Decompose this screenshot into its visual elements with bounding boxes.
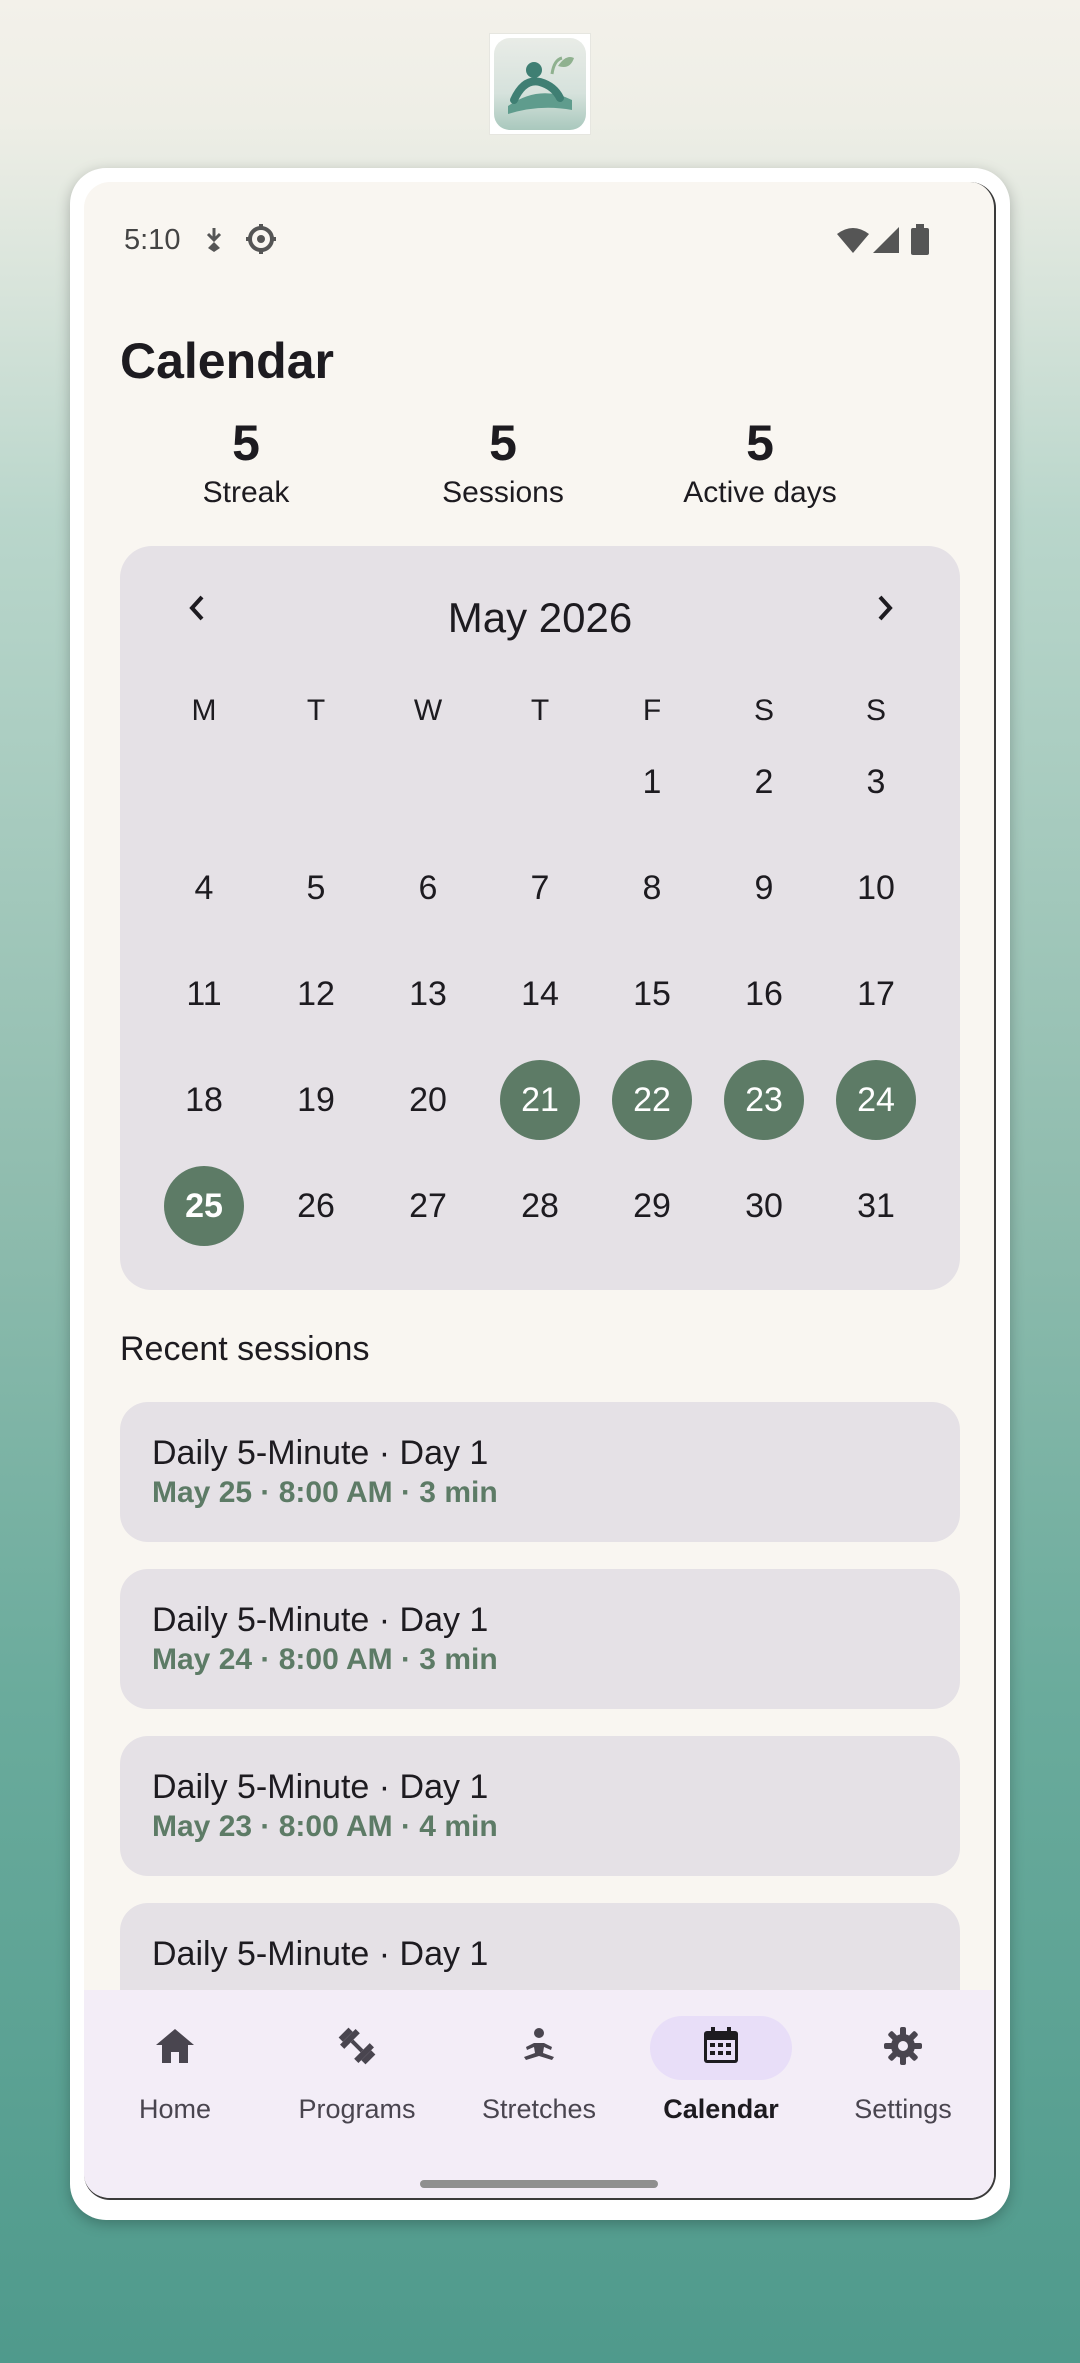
calendar-day[interactable]: 17 (836, 954, 916, 1034)
calendar-day[interactable]: 12 (276, 954, 356, 1034)
dumbbell-icon (334, 2023, 380, 2074)
calendar-day[interactable]: 9 (724, 848, 804, 928)
calendar-day[interactable]: 26 (276, 1166, 356, 1246)
stat-sessions: 5 Sessions (418, 418, 588, 510)
calendar-day[interactable]: 19 (276, 1060, 356, 1140)
calendar-day[interactable]: 8 (612, 848, 692, 928)
session-detail: May 23 · 8:00 AM · 4 min (152, 1810, 498, 1843)
chevron-right-icon (869, 593, 899, 628)
data-saver-icon (202, 226, 226, 259)
app-logo (490, 34, 590, 134)
session-card[interactable]: Daily 5-Minute · Day 1 May 25 · 8:00 AM … (120, 1402, 960, 1542)
session-card[interactable]: Daily 5-Minute · Day 1 May 23 · 8:00 AM … (120, 1736, 960, 1876)
calendar-day[interactable]: 4 (164, 848, 244, 928)
home-icon (152, 2023, 198, 2074)
weekday-label: F (642, 694, 662, 727)
calendar-day[interactable]: 7 (500, 848, 580, 928)
nav-label: Settings (854, 2094, 952, 2124)
calendar-day[interactable]: 2 (724, 742, 804, 822)
stat-value: 5 (232, 415, 260, 471)
calendar-day[interactable]: 27 (388, 1166, 468, 1246)
nav-label: Calendar (663, 2094, 779, 2124)
calendar-icon (698, 2023, 744, 2074)
calendar-day[interactable]: 22 (612, 1060, 692, 1140)
signal-icon (872, 226, 900, 259)
stat-streak: 5 Streak (176, 418, 316, 510)
wifi-icon (836, 226, 870, 259)
session-title: Daily 5-Minute · Day 1 (152, 1935, 489, 1973)
meditation-icon (516, 2023, 562, 2074)
calendar-day[interactable]: 1 (612, 742, 692, 822)
next-month-button[interactable] (856, 582, 912, 638)
gear-icon (880, 2023, 926, 2074)
calendar-day[interactable]: 24 (836, 1060, 916, 1140)
recent-sessions-title: Recent sessions (120, 1330, 370, 1368)
settings-status-icon (244, 222, 278, 261)
status-time: 5:10 (124, 224, 181, 256)
weekday-label: T (306, 694, 326, 727)
weekday-label: S (753, 694, 774, 727)
status-bar: 5:10 (84, 182, 994, 282)
calendar-day[interactable]: 29 (612, 1166, 692, 1246)
battery-icon (910, 224, 930, 261)
stat-value: 5 (489, 415, 517, 471)
weekday-label: S (865, 694, 886, 727)
weekday-label: W (413, 694, 443, 727)
calendar-day[interactable]: 23 (724, 1060, 804, 1140)
page-title: Calendar (120, 333, 334, 389)
nav-item-settings[interactable]: Settings (812, 1990, 994, 2140)
nav-label: Home (138, 2094, 212, 2124)
stat-label: Active days (683, 476, 837, 509)
calendar-day[interactable]: 31 (836, 1166, 916, 1246)
stat-active-days: 5 Active days (660, 418, 860, 510)
gesture-handle (420, 2180, 658, 2188)
nav-label: Stretches (481, 2094, 597, 2124)
stat-label: Streak (202, 476, 290, 509)
calendar-day[interactable]: 30 (724, 1166, 804, 1246)
nav-item-stretches[interactable]: Stretches (448, 1990, 630, 2140)
month-label: May 2026 (447, 594, 633, 641)
session-detail: May 25 · 8:00 AM · 3 min (152, 1476, 498, 1509)
bottom-navigation: Home Programs Stretches Calendar Setting… (84, 1990, 994, 2198)
session-card[interactable]: Daily 5-Minute · Day 1 May 24 · 8:00 AM … (120, 1569, 960, 1709)
calendar-day[interactable]: 11 (164, 954, 244, 1034)
calendar-day[interactable]: 25 (164, 1166, 244, 1246)
nav-label: Programs (298, 2094, 416, 2124)
session-title: Daily 5-Minute · Day 1 (152, 1601, 489, 1639)
session-detail: May 24 · 8:00 AM · 3 min (152, 1643, 498, 1676)
nav-item-programs[interactable]: Programs (266, 1990, 448, 2140)
calendar-card: May 2026 MTWTFSS 1 2 3 4 5 6 7 8 9 10 11 12 13 14 15 16… (120, 546, 960, 1290)
calendar-day[interactable]: 5 (276, 848, 356, 928)
device-frame: 5:10 Calendar 5 Streak 5 Sessions 5 Acti… (70, 168, 1010, 2220)
nav-item-home[interactable]: Home (84, 1990, 266, 2140)
calendar-day[interactable]: 13 (388, 954, 468, 1034)
calendar-day[interactable]: 3 (836, 742, 916, 822)
weekday-label: M (191, 694, 217, 727)
calendar-day[interactable]: 14 (500, 954, 580, 1034)
calendar-day[interactable]: 15 (612, 954, 692, 1034)
calendar-day[interactable]: 16 (724, 954, 804, 1034)
calendar-day[interactable]: 18 (164, 1060, 244, 1140)
calendar-day[interactable]: 28 (500, 1166, 580, 1246)
calendar-day[interactable]: 6 (388, 848, 468, 928)
app-screen: 5:10 Calendar 5 Streak 5 Sessions 5 Acti… (84, 182, 996, 2200)
session-title: Daily 5-Minute · Day 1 (152, 1768, 489, 1806)
calendar-day[interactable]: 21 (500, 1060, 580, 1140)
calendar-day[interactable]: 20 (388, 1060, 468, 1140)
calendar-day[interactable]: 10 (836, 848, 916, 928)
session-title: Daily 5-Minute · Day 1 (152, 1434, 489, 1472)
stat-label: Sessions (442, 476, 564, 509)
weekday-label: T (530, 694, 550, 727)
nav-item-calendar[interactable]: Calendar (630, 1990, 812, 2140)
stat-value: 5 (746, 415, 774, 471)
